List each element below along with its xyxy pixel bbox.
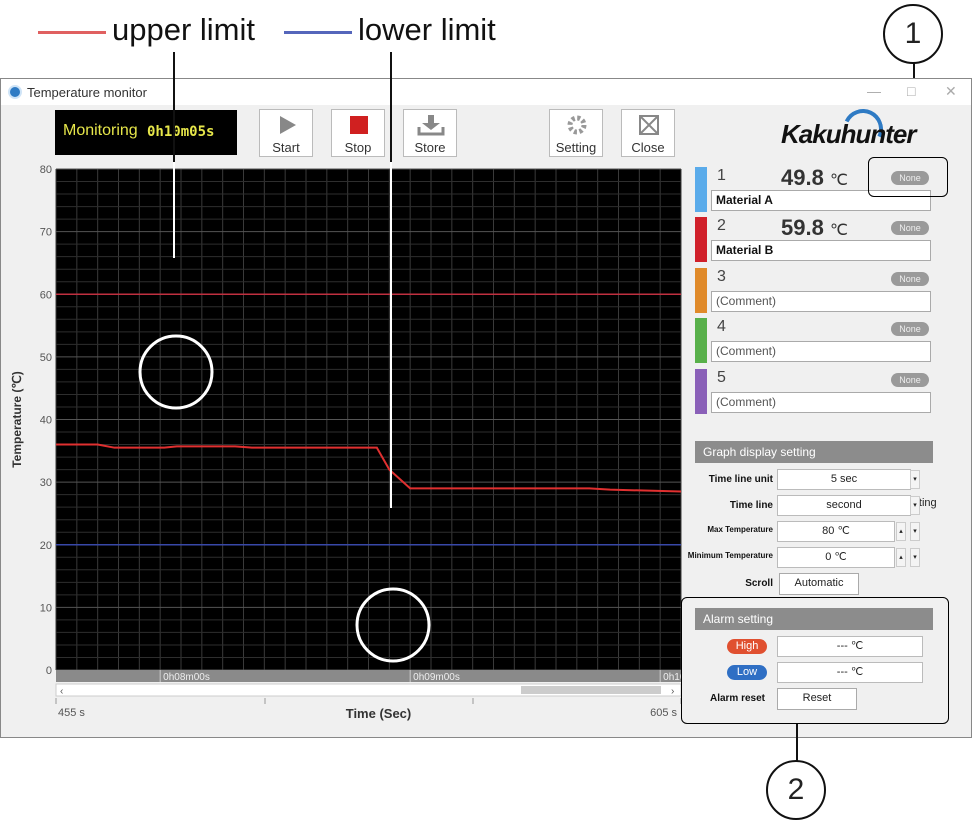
upper-limit-legend-line <box>38 31 106 34</box>
max-temp-down-button[interactable]: ▾ <box>910 522 920 541</box>
channel-number: 5 <box>717 369 726 386</box>
channel-number: 1 <box>717 167 726 184</box>
start-button[interactable]: Start <box>259 109 313 157</box>
channel-2: 2 59.8 ℃ None Material B <box>695 215 933 265</box>
stop-icon <box>350 116 368 134</box>
setting-button[interactable]: Setting <box>549 109 603 157</box>
graph-settings-header: Graph display setting <box>695 441 933 463</box>
badge-highlight-box <box>868 157 948 197</box>
y-tick-label: 0 <box>46 665 52 677</box>
channel-4: 4 None (Comment) <box>695 318 933 366</box>
time-line-dropdown[interactable]: ▾ <box>910 496 920 515</box>
window-title: Temperature monitor <box>27 85 147 100</box>
close-label: Close <box>631 140 665 155</box>
download-icon <box>417 115 445 136</box>
min-temp-up-button[interactable]: ▴ <box>896 548 906 567</box>
scrollbar-thumb[interactable] <box>521 686 661 694</box>
lower-callout-pointer-top <box>390 52 392 162</box>
channel-number: 4 <box>717 318 726 335</box>
elapsed-time: 0h10m05s <box>147 124 215 140</box>
channel-temperature: 49.8 ℃ <box>781 165 848 190</box>
time-line-unit-select[interactable]: 5 sec <box>777 469 911 490</box>
callout-1: 1 <box>883 4 943 64</box>
channel-3: 3 None (Comment) <box>695 268 933 316</box>
channel-name-input[interactable]: (Comment) <box>711 291 931 312</box>
channel-alarm-badge[interactable]: None <box>891 272 929 286</box>
channel-color-bar <box>695 167 707 212</box>
channel-name-input[interactable]: (Comment) <box>711 392 931 413</box>
y-tick-label: 50 <box>40 352 52 364</box>
channel-number: 2 <box>717 217 726 234</box>
setting-label: Setting <box>555 140 597 155</box>
maximize-button[interactable]: □ <box>907 83 915 99</box>
alarm-highlight-box <box>681 597 949 724</box>
upper-callout-pointer-top <box>173 52 175 162</box>
scroll-label: Scroll <box>745 578 773 589</box>
lower-limit-legend-label: lower limit <box>358 12 496 47</box>
scroll-left-arrow[interactable]: ‹ <box>60 686 63 697</box>
x-range-end: 605 s <box>650 707 677 719</box>
y-tick-label: 10 <box>40 602 52 614</box>
channel-number: 3 <box>717 268 726 285</box>
x-range-start: 455 s <box>58 707 85 719</box>
title-bar: Temperature monitor — □ ✕ <box>1 79 971 105</box>
time-line-label: Time line <box>729 500 773 511</box>
store-button[interactable]: Store <box>403 109 457 157</box>
time-line-unit-dropdown[interactable]: ▾ <box>910 470 920 489</box>
scroll-mode-button[interactable]: Automatic <box>779 573 859 595</box>
minimize-button[interactable]: — <box>867 83 881 99</box>
channel-alarm-badge[interactable]: None <box>891 322 929 336</box>
temperature-chart: 010203040506070800h08m00s0h09m00s0h10m00… <box>10 164 683 721</box>
min-temp-input[interactable]: 0 ℃ <box>777 547 895 568</box>
monitoring-status: Monitoring 0h10m05s <box>55 110 237 155</box>
channel-alarm-badge[interactable]: None <box>891 221 929 235</box>
x-axis-label: Time (Sec) <box>346 706 412 721</box>
y-tick-label: 80 <box>40 164 52 176</box>
channel-name-input[interactable]: Material B <box>711 240 931 261</box>
y-axis-label: Temperature (℃) <box>10 371 24 468</box>
channel-color-bar <box>695 217 707 262</box>
stop-button[interactable]: Stop <box>331 109 385 157</box>
max-temp-up-button[interactable]: ▴ <box>896 522 906 541</box>
gear-icon <box>567 115 587 135</box>
upper-limit-legend-label: upper limit <box>112 12 255 47</box>
close-window-button[interactable]: ✕ <box>945 83 957 100</box>
y-tick-label: 70 <box>40 227 52 239</box>
max-temp-label: Max Temperature <box>707 525 773 534</box>
channel-color-bar <box>695 369 707 414</box>
start-label: Start <box>272 140 300 155</box>
store-label: Store <box>414 140 446 155</box>
lower-limit-legend-line <box>284 31 352 34</box>
y-tick-label: 40 <box>40 415 52 427</box>
scroll-right-arrow[interactable]: › <box>671 686 674 697</box>
y-tick-label: 60 <box>40 289 52 301</box>
channel-name-input[interactable]: (Comment) <box>711 341 931 362</box>
channel-temperature: 59.8 ℃ <box>781 215 848 240</box>
channel-alarm-badge[interactable]: None <box>891 373 929 387</box>
close-box-icon <box>639 115 659 135</box>
min-temp-label: Minimum Temperature <box>687 551 773 560</box>
close-button[interactable]: Close <box>621 109 675 157</box>
channel-color-bar <box>695 318 707 363</box>
app-icon <box>8 85 22 99</box>
y-tick-label: 30 <box>40 477 52 489</box>
channel-color-bar <box>695 268 707 313</box>
lower-callout-pointer <box>390 162 392 508</box>
max-temp-input[interactable]: 80 ℃ <box>777 521 895 542</box>
time-line-unit-label: Time line unit <box>708 474 773 485</box>
time-strip <box>56 670 681 682</box>
time-line-select[interactable]: second <box>777 495 911 516</box>
brand-logo: Kakuhunter <box>781 119 916 149</box>
time-label: 0h08m00s <box>163 672 210 683</box>
callout-2-line <box>796 724 798 764</box>
upper-callout-pointer <box>173 162 175 258</box>
monitoring-label: Monitoring <box>63 122 138 139</box>
min-temp-down-button[interactable]: ▾ <box>910 548 920 567</box>
stop-label: Stop <box>344 140 372 155</box>
channel-5: 5 None (Comment) <box>695 369 933 417</box>
time-label: 0h09m00s <box>413 672 460 683</box>
play-icon <box>280 116 296 134</box>
y-tick-label: 20 <box>40 540 52 552</box>
callout-2: 2 <box>766 760 826 820</box>
